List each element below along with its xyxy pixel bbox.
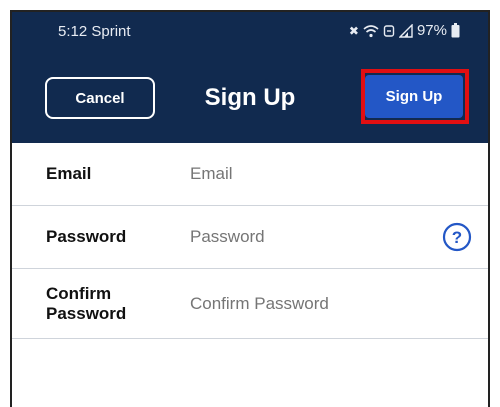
email-field[interactable] [188, 163, 413, 185]
signup-form: Email Password ? Confirm Password [12, 143, 488, 339]
wifi-icon [363, 24, 379, 37]
confirm-label-line1: Confirm [46, 283, 112, 303]
data-icon [383, 24, 395, 37]
battery-percent: 97% [416, 22, 447, 39]
confirm-password-field[interactable] [188, 292, 413, 315]
password-label: Password [46, 227, 127, 246]
email-row: Email [12, 143, 488, 206]
confirm-password-row: Confirm Password [12, 269, 488, 339]
status-bar: 5:12 Sprint ✖ 97% [12, 12, 488, 52]
signal-icon [398, 23, 413, 38]
confirm-password-label: Confirm Password [46, 284, 126, 324]
svg-text:?: ? [452, 228, 462, 247]
mute-icon: ✖ [348, 23, 359, 38]
status-icons: ✖ 97% [349, 22, 460, 39]
confirm-label-line2: Password [46, 303, 127, 323]
status-carrier-time: 5:12 Sprint [58, 23, 131, 40]
nav-bar: Cancel Sign Up Sign Up [12, 52, 488, 143]
battery-icon [451, 23, 460, 38]
password-row: Password ? [12, 206, 488, 269]
help-icon[interactable]: ? [442, 222, 472, 252]
password-field[interactable] [188, 226, 413, 248]
phone-screen: 5:12 Sprint ✖ 97% Cancel Sign Up Sign Up… [10, 10, 490, 407]
email-label: Email [46, 164, 92, 183]
signup-button[interactable]: Sign Up [365, 75, 463, 118]
